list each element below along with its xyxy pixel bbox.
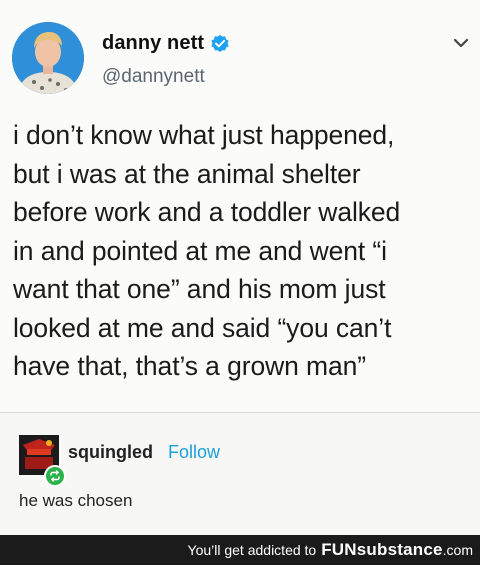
footer-brand: FUNsubstance	[321, 540, 443, 559]
tweet-author-name[interactable]: danny nett	[102, 32, 204, 55]
tweet-card: danny nett @dannynett i don’t know what …	[0, 0, 480, 412]
verified-badge-icon	[211, 34, 229, 52]
reblog-icon	[44, 465, 66, 487]
reblog-comment-text: he was chosen	[19, 491, 133, 510]
tweet-author-handle[interactable]: @dannynett	[102, 66, 205, 88]
watermark-footer: You’ll get addicted to FUNsubstance .com	[0, 535, 480, 565]
reblogger-username[interactable]: squingled	[68, 442, 153, 463]
tweet-author-avatar[interactable]	[12, 22, 84, 94]
footer-domain: .com	[442, 542, 473, 558]
footer-tagline: You’ll get addicted to	[187, 542, 317, 558]
follow-button[interactable]: Follow	[168, 442, 220, 463]
tweet-author-name-row: danny nett	[102, 32, 230, 55]
reblogger-avatar[interactable]	[19, 435, 66, 487]
tweet-text: i don’t know what just happened, but i w…	[13, 120, 401, 381]
chevron-down-icon[interactable]	[452, 34, 470, 52]
reblog-comment: squingled Follow he was chosen	[0, 413, 480, 535]
